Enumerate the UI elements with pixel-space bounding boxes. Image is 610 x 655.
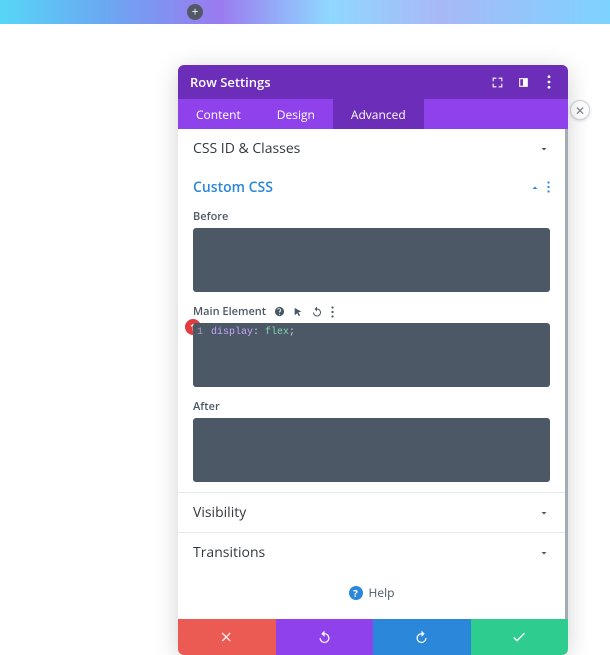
field-label-main-element: Main Element [193, 304, 550, 319]
undo-button[interactable] [276, 619, 374, 655]
hero-banner-strip: + [0, 0, 610, 24]
help-label: Help [369, 584, 395, 601]
row-settings-modal: Row Settings Content Design Advanced CSS… [178, 65, 568, 655]
section-title: Custom CSS [193, 178, 273, 197]
code-keyword: display [211, 327, 253, 338]
modal-body: CSS ID & Classes Custom CSS [178, 129, 568, 619]
modal-title: Row Settings [190, 73, 271, 91]
section-header-custom-css[interactable]: Custom CSS [193, 178, 550, 197]
section-title: CSS ID & Classes [193, 139, 300, 158]
code-end: ; [289, 327, 295, 338]
tab-design[interactable]: Design [259, 99, 333, 129]
tab-advanced[interactable]: Advanced [333, 99, 424, 129]
save-button[interactable] [471, 619, 569, 655]
section-header-visibility[interactable]: Visibility [193, 503, 550, 522]
modal-titlebar: Row Settings [178, 65, 568, 99]
chevron-down-icon [538, 547, 550, 559]
help-link[interactable]: ? Help [178, 572, 565, 607]
section-menu-icon[interactable] [547, 179, 550, 197]
add-circle-button[interactable]: + [187, 4, 203, 20]
cursor-icon[interactable] [293, 306, 303, 318]
section-css-id-classes: CSS ID & Classes [178, 129, 565, 168]
section-header-css-id-classes[interactable]: CSS ID & Classes [193, 139, 550, 158]
chevron-down-icon [538, 507, 550, 519]
section-transitions: Transitions [178, 532, 565, 572]
expand-icon[interactable] [490, 75, 504, 89]
line-number: 1 [197, 327, 203, 338]
modal-footer [178, 619, 568, 655]
snap-icon[interactable] [516, 75, 530, 89]
section-visibility: Visibility [178, 492, 565, 532]
field-label-before: Before [193, 209, 550, 224]
redo-button[interactable] [373, 619, 471, 655]
section-header-transitions[interactable]: Transitions [193, 543, 550, 562]
section-title: Transitions [193, 543, 265, 562]
undo-icon[interactable] [311, 306, 323, 318]
section-custom-css: Custom CSS Before Main Element [178, 168, 565, 492]
code-area-before[interactable] [193, 228, 550, 292]
section-title: Visibility [193, 503, 246, 522]
help-icon[interactable] [274, 306, 285, 317]
field-label-after: After [193, 399, 550, 414]
chevron-up-icon [529, 179, 550, 197]
code-value: flex [265, 327, 289, 338]
modal-tabs: Content Design Advanced [178, 99, 568, 129]
titlebar-menu-icon[interactable] [542, 75, 556, 89]
code-area-after[interactable] [193, 418, 550, 482]
cancel-button[interactable] [178, 619, 276, 655]
chevron-down-icon [538, 143, 550, 155]
field-menu-icon[interactable] [331, 306, 334, 318]
main-element-wrap: 1 1 display: flex; [193, 323, 550, 387]
help-badge-icon: ? [349, 586, 363, 600]
close-floating-button[interactable]: ✕ [570, 100, 590, 120]
tab-content[interactable]: Content [178, 99, 259, 129]
code-area-main-element[interactable]: 1 display: flex; [193, 323, 550, 387]
titlebar-actions [490, 75, 556, 89]
code-sep: : [253, 327, 265, 338]
